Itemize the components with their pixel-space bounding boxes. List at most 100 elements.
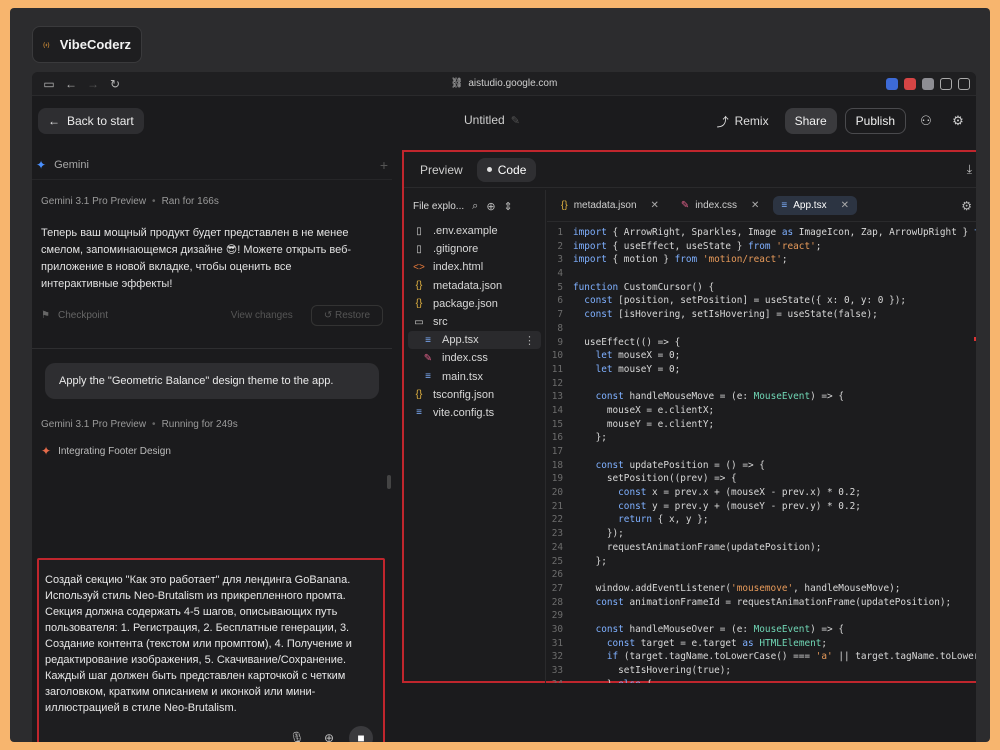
code-line[interactable]: 9 useEffect(() => { xyxy=(547,336,976,350)
publish-button[interactable]: Publish xyxy=(844,108,906,134)
file-item[interactable]: ≡ App.tsx ⋮ xyxy=(408,331,541,350)
remix-button[interactable]: ⤴ Remix xyxy=(709,113,777,130)
browser-window: ▭ ← → ↻ ⛓ aistudio.google.com ← Back to … xyxy=(32,72,976,742)
code-line[interactable]: 23 }); xyxy=(547,527,976,541)
remix-icon: ⤴ xyxy=(716,114,729,129)
add-attachment-icon[interactable]: ⊕ xyxy=(317,726,341,742)
close-icon[interactable]: ✕ xyxy=(841,200,849,211)
editor-tab-app-tsx[interactable]: ≡ App.tsx ✕ xyxy=(773,196,857,215)
line-source: window.addEventListener('mousemove', han… xyxy=(573,582,901,594)
tab-preview[interactable]: Preview xyxy=(410,158,473,182)
code-line[interactable]: 1 import { ArrowRight, Sparkles, Image as… xyxy=(547,226,976,240)
code-line[interactable]: 7 const [isHovering, setIsHovering] = us… xyxy=(547,308,976,322)
file-item[interactable]: ≡ main.tsx xyxy=(404,368,545,386)
assistant-message: Теперь ваш мощный продукт будет представ… xyxy=(41,227,352,290)
code-line[interactable]: 19 setPosition((prev) => { xyxy=(547,472,976,486)
project-title[interactable]: Untitled ✎ xyxy=(464,113,520,127)
sidebar-toggle-icon[interactable]: ▭ xyxy=(38,74,60,94)
chat-scrollbar[interactable] xyxy=(387,475,391,489)
settings-gear-icon[interactable]: ⚙ xyxy=(946,109,970,133)
code-line[interactable]: 22 return { x, y }; xyxy=(547,513,976,527)
folder-item[interactable]: ▭ src xyxy=(404,313,545,331)
file-item[interactable]: {} package.json xyxy=(404,295,545,313)
editor-tab-metadata[interactable]: {} metadata.json ✕ xyxy=(553,196,667,215)
file-item[interactable]: ✎ index.css xyxy=(404,349,545,367)
editor-tab-index-css[interactable]: ✎ index.css ✕ xyxy=(673,196,767,215)
code-line[interactable]: 24 requestAnimationFrame(updatePosition)… xyxy=(547,541,976,555)
file-item[interactable]: ≡ vite.config.ts xyxy=(404,404,545,422)
code-line[interactable]: 28 const animationFrameId = requestAnima… xyxy=(547,596,976,610)
code-line[interactable]: 3 import { motion } from 'motion/react'; xyxy=(547,253,976,267)
bug-icon[interactable]: ⚇ xyxy=(914,109,938,133)
stop-generation-icon[interactable]: ■ xyxy=(349,726,373,742)
code-line[interactable]: 2 import { useEffect, useState } from 're… xyxy=(547,240,976,254)
editor-settings-gear-icon[interactable]: ⚙ xyxy=(961,199,972,213)
code-line[interactable]: 10 let mouseX = 0; xyxy=(547,349,976,363)
code-line[interactable]: 21 const y = prev.y + (mouseY - prev.y) … xyxy=(547,500,976,514)
pencil-icon[interactable]: ✎ xyxy=(511,114,520,127)
code-line[interactable]: 25 }; xyxy=(547,555,976,569)
code-line[interactable]: 33 setIsHovering(true); xyxy=(547,664,976,678)
code-line[interactable]: 30 const handleMouseOver = (e: MouseEven… xyxy=(547,623,976,637)
code-line[interactable]: 27 window.addEventListener('mousemove', … xyxy=(547,582,976,596)
prompt-input[interactable]: Создай секцию "Как это работает" для лен… xyxy=(39,560,383,716)
code-line[interactable]: 26 xyxy=(547,568,976,582)
download-icon[interactable]: ⤓ xyxy=(967,162,972,177)
line-source: const animationFrameId = requestAnimatio… xyxy=(595,596,952,608)
microphone-icon[interactable]: 🎙 xyxy=(285,726,309,742)
back-arrow-icon[interactable]: ← xyxy=(60,74,82,94)
code-line[interactable]: 34 } else { xyxy=(547,678,976,683)
restore-button[interactable]: ↺ Restore xyxy=(310,305,383,326)
shield-extension-icon[interactable] xyxy=(922,77,934,90)
file-item[interactable]: ▯ .env.example xyxy=(404,222,545,240)
close-icon[interactable]: ✕ xyxy=(651,200,659,211)
reload-icon[interactable]: ↻ xyxy=(104,74,126,94)
code-line[interactable]: 32 if (target.tagName.toLowerCase() === … xyxy=(547,650,976,664)
code-line[interactable]: 8 xyxy=(547,322,976,336)
code-line[interactable]: 16 }; xyxy=(547,431,976,445)
search-icon[interactable]: ⌕ xyxy=(472,200,478,213)
code-line[interactable]: 20 const x = prev.x + (mouseX - prev.x) … xyxy=(547,486,976,500)
address-bar[interactable]: ⛓ aistudio.google.com xyxy=(451,78,558,89)
code-line[interactable]: 5 function CustomCursor() { xyxy=(547,281,976,295)
share-button[interactable]: Share xyxy=(784,108,837,134)
code-line[interactable]: 13 const handleMouseMove = (e: MouseEven… xyxy=(547,390,976,404)
code-line[interactable]: 31 const target = e.target as HTMLElemen… xyxy=(547,637,976,651)
prompt-composer[interactable]: Создай секцию "Как это работает" для лен… xyxy=(37,558,385,742)
pen-extension-icon[interactable] xyxy=(886,77,898,90)
file-item[interactable]: ▯ .gitignore xyxy=(404,240,545,258)
code-line[interactable]: 12 xyxy=(547,377,976,391)
thinking-status[interactable]: ✦ Integrating Footer Design xyxy=(32,444,392,458)
file-item[interactable]: {} tsconfig.json xyxy=(404,386,545,404)
view-changes-button[interactable]: View changes xyxy=(221,306,303,325)
run2-status: Running for 249s xyxy=(161,419,238,430)
file-item[interactable]: {} metadata.json xyxy=(404,277,545,295)
back-to-start-button[interactable]: ← Back to start xyxy=(38,108,144,134)
notes-extension-icon[interactable] xyxy=(940,77,952,90)
code-line[interactable]: 4 xyxy=(547,267,976,281)
collapse-icon[interactable]: ⇕ xyxy=(504,200,513,213)
line-number: 2 xyxy=(557,240,563,252)
more-options-icon[interactable]: ⋮ xyxy=(524,334,541,347)
code-line[interactable]: 6 const [position, setPosition] = useSta… xyxy=(547,294,976,308)
new-chat-plus-icon[interactable]: + xyxy=(380,157,388,173)
code-line[interactable]: 18 const updatePosition = () => { xyxy=(547,459,976,473)
line-number: 1 xyxy=(557,227,563,238)
line-number: 22 xyxy=(551,514,563,526)
red-extension-icon[interactable] xyxy=(904,77,916,90)
line-source: const target = e.target as HTMLElement; xyxy=(606,637,828,649)
code-line[interactable]: 11 let mouseY = 0; xyxy=(547,363,976,377)
code-editor: {} metadata.json ✕ ✎ index.css ✕ ≡ App.t… xyxy=(547,190,976,683)
code-line[interactable]: 29 xyxy=(547,609,976,623)
tab-code[interactable]: Code xyxy=(476,157,537,182)
code-line[interactable]: 17 xyxy=(547,445,976,459)
forward-arrow-icon[interactable]: → xyxy=(82,74,104,94)
line-source: const y = prev.y + (mouseY - prev.y) * 0… xyxy=(618,500,861,512)
code-line[interactable]: 15 mouseY = e.clientY; xyxy=(547,418,976,432)
close-icon[interactable]: ✕ xyxy=(751,200,759,211)
file-item[interactable]: <> index.html xyxy=(404,258,545,276)
add-file-icon[interactable]: ⊕ xyxy=(486,200,495,213)
code-line[interactable]: 14 mouseX = e.clientX; xyxy=(547,404,976,418)
code-lines[interactable]: 1 import { ArrowRight, Sparkles, Image as… xyxy=(547,222,976,683)
split-view-icon[interactable] xyxy=(958,77,970,90)
